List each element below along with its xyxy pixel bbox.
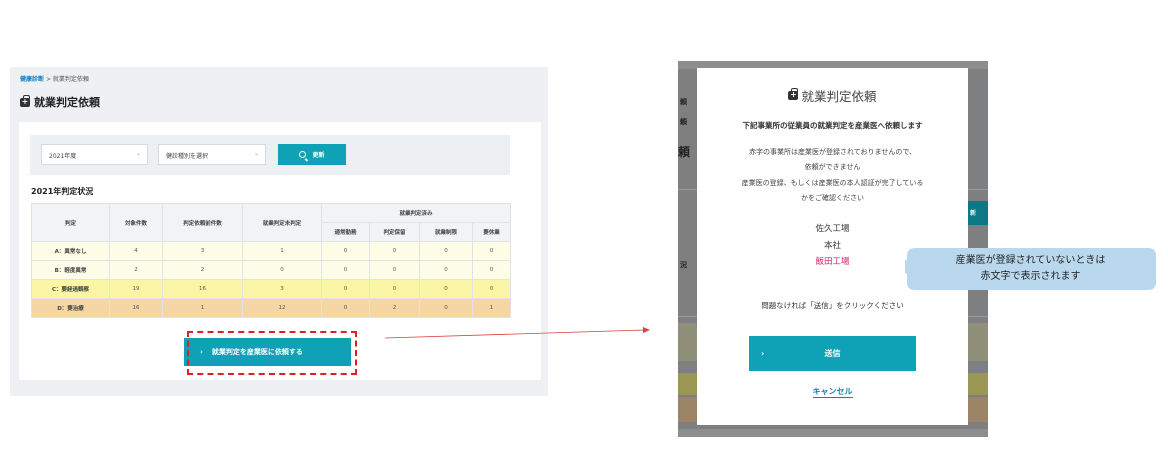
background-fragment: 頼: [680, 118, 687, 126]
cancel-link[interactable]: キャンセル: [697, 386, 968, 398]
send-button[interactable]: › 送信: [749, 336, 916, 371]
callout-line: 赤文字で表示されます: [980, 271, 1081, 282]
background-fragment: 頼: [678, 145, 691, 159]
modal-notice-line: 依頼ができません: [804, 163, 861, 171]
modal-notice-line: 赤字の事業所は産業医が登録されておりませんので、: [748, 148, 917, 156]
connector-arrow: [384, 327, 650, 339]
background-fragment: 況: [680, 261, 687, 269]
medical-bag-icon: [788, 88, 799, 100]
callout-text: 産業医が登録されていないときは 赤文字で表示されます: [905, 248, 1156, 290]
modal-notice-line: かをご確認ください: [801, 194, 864, 202]
modal-confirm-text: 問題なければ「送信」をクリックください: [761, 301, 904, 310]
request-confirm-modal: 就業判定依頼 下記事業所の従業員の就業判定を産業医へ依頼します 赤字の事業所は産…: [697, 68, 968, 425]
modal-notice-line: 産業医の登録、もしくは産業医の本人認証が完了している: [741, 179, 924, 187]
background-fragment: 新: [970, 210, 977, 217]
modal-title-text: 就業判定依頼: [801, 89, 877, 104]
modal-title: 就業判定依頼: [697, 86, 968, 105]
office-name: 佐久工場: [815, 224, 850, 234]
modal-lead-text: 下記事業所の従業員の就業判定を産業医へ依頼します: [742, 121, 923, 130]
cancel-link-label: キャンセル: [812, 387, 853, 398]
send-button-label: 送信: [824, 349, 841, 358]
background-fragment: 頼: [680, 98, 687, 106]
callout-line: 産業医が登録されていないときは: [955, 255, 1106, 266]
